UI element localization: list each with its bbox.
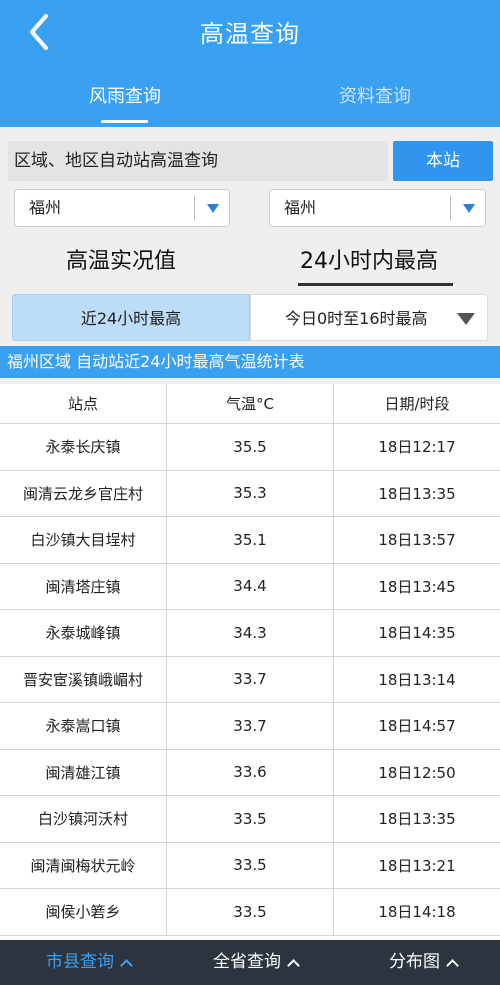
area-select-value: 福州 [284,198,317,217]
cell-temperature: 33.7 [167,656,334,702]
column-header-temperature[interactable]: 气温°C [167,384,334,423]
mode-tab-indicator [298,283,453,286]
cell-station: 永泰嵩口镇 [0,703,167,749]
cell-datetime: 18日14:18 [378,903,456,922]
cell-temperature: 33.7 [167,703,334,749]
nav-distribution-map[interactable]: 分布图 [389,940,459,985]
cell-datetime: 18日13:57 [378,531,456,550]
bottom-nav: 市县查询 全省查询 分布图 [0,940,500,985]
table-row[interactable]: 闽侯小箬乡 33.5 18日14:18 [0,889,500,936]
cell-datetime: 18日13:45 [378,577,456,596]
column-header-station[interactable]: 站点 [0,384,167,423]
table-row[interactable]: 白沙镇河沃村 33.5 18日13:35 [0,796,500,843]
temperature-table: 站点 气温°C 日期/时段 永泰长庆镇 35.5 18日12:17 闽清云龙乡官庄村 3… [0,384,500,940]
cell-station: 闽清雄江镇 [0,749,167,795]
active-tab-indicator [101,120,148,123]
nav-city-county-query[interactable]: 市县查询 [46,940,133,985]
cell-temperature: 33.5 [167,842,334,888]
cell-station: 闽清闽梅状元岭 [0,842,167,888]
cell-temperature: 34.3 [167,610,334,656]
cell-temperature: 33.6 [167,749,334,795]
nav-label: 分布图 [389,952,440,972]
cell-station: 永泰城峰镇 [0,610,167,656]
tab-24h-max[interactable]: 24小时内最高 [300,243,438,275]
select-divider [450,196,451,220]
nav-label: 全省查询 [213,952,281,972]
cell-station: 闽清塔庄镇 [0,563,167,609]
cell-temperature: 34.4 [167,563,334,609]
cell-datetime: 18日12:50 [378,763,456,782]
table-row[interactable]: 永泰嵩口镇 33.7 18日14:57 [0,703,500,750]
app-header: 高温查询 风雨查询 资料查询 [0,0,500,127]
table-row[interactable]: 闽清闽梅状元岭 33.5 18日13:21 [0,842,500,889]
nav-province-query[interactable]: 全省查询 [213,940,300,985]
cell-station: 闽清云龙乡官庄村 [0,470,167,516]
table-row[interactable]: 晋安宦溪镇峨嵋村 33.7 18日13:14 [0,656,500,703]
triangle-down-icon [457,313,475,325]
column-header-datetime[interactable]: 日期/时段 [334,384,500,423]
tab-high-temp-actual[interactable]: 高温实况值 [66,243,176,275]
cell-station: 白沙镇河沃村 [0,796,167,842]
segment-today-range-label: 今日0时至16时最高 [285,309,428,328]
cell-station: 白沙镇大目埕村 [0,517,167,563]
cell-datetime: 18日12:17 [378,438,456,457]
dropdown-caret-icon [463,204,475,213]
region-select[interactable]: 福州 [14,189,230,227]
table-row[interactable]: 永泰长庆镇 35.5 18日12:17 [0,424,500,471]
table-row[interactable]: 闽清雄江镇 33.6 18日12:50 [0,749,500,796]
cell-datetime: 18日13:35 [378,810,456,829]
segment-today-range-dropdown[interactable]: 今日0时至16时最高 [250,294,488,341]
chevron-up-icon [446,959,459,972]
nav-label: 市县查询 [46,952,114,972]
cell-station: 闽侯小箬乡 [0,889,167,935]
tab-data-query[interactable]: 资料查询 [250,82,500,108]
page-title: 高温查询 [200,20,300,48]
table-row[interactable]: 闽清塔庄镇 34.4 18日13:45 [0,563,500,610]
cell-station: 永泰长庆镇 [0,424,167,470]
cell-datetime: 18日13:21 [378,856,456,875]
segment-last-24h-max[interactable]: 近24小时最高 [12,294,250,341]
cell-temperature: 33.5 [167,889,334,935]
region-select-value: 福州 [29,198,62,217]
tab-wind-rain-query[interactable]: 风雨查询 [0,82,250,108]
cell-temperature: 33.5 [167,796,334,842]
area-select[interactable]: 福州 [269,189,486,227]
table-title: 福州区域 自动站近24小时最高气温统计表 [0,346,500,378]
chevron-up-icon [120,959,133,972]
cell-datetime: 18日13:35 [378,484,456,503]
search-label: 区域、地区自动站高温查询 [8,141,388,181]
chevron-up-icon [287,959,300,972]
table-row[interactable]: 白沙镇大目埕村 35.1 18日13:57 [0,517,500,564]
search-row: 区域、地区自动站高温查询 本站 [0,137,500,184]
cell-temperature: 35.5 [167,424,334,470]
cell-datetime: 18日14:35 [378,624,456,643]
cell-datetime: 18日14:57 [378,717,456,736]
cell-station: 晋安宦溪镇峨嵋村 [0,656,167,702]
table-row[interactable]: 永泰城峰镇 34.3 18日14:35 [0,610,500,657]
cell-temperature: 35.1 [167,517,334,563]
table-row[interactable]: 闽清云龙乡官庄村 35.3 18日13:35 [0,470,500,517]
station-button[interactable]: 本站 [393,141,493,181]
dropdown-caret-icon [207,204,219,213]
cell-temperature: 35.3 [167,470,334,516]
table-header: 站点 气温°C 日期/时段 [0,384,500,424]
select-divider [194,196,195,220]
cell-datetime: 18日13:14 [378,670,456,689]
